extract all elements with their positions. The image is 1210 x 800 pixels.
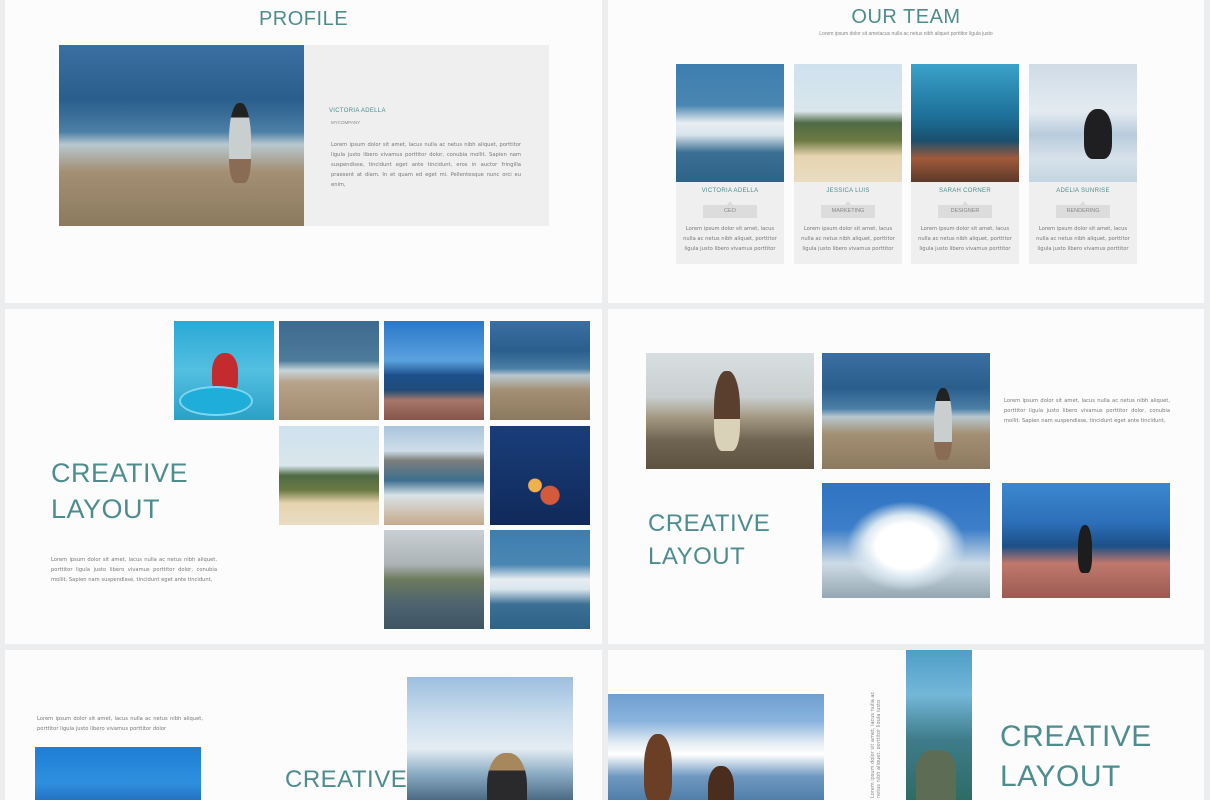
- profile-title: PROFILE: [258, 8, 349, 30]
- partial-title: CREATIVE: [285, 766, 408, 793]
- grid-photo: [384, 530, 484, 629]
- profile-name: VICTORIA ADELLA: [329, 108, 386, 114]
- layout-photo: [1002, 483, 1170, 598]
- team-photo: [1029, 64, 1137, 182]
- creative-title-line2: LAYOUT: [648, 543, 746, 570]
- grid-photo: [490, 426, 590, 525]
- partial-title-line2: LAYOUT: [1000, 760, 1121, 793]
- profile-company: MYCOMPANY: [331, 120, 361, 125]
- grid-photo: [490, 321, 590, 420]
- team-member-name: VICTORIA ADELLA: [701, 188, 759, 194]
- team-member-text: Lorem ipsum dolor sit amet, lacus nulla …: [683, 226, 777, 252]
- layout-photo: [822, 483, 990, 598]
- team-title: OUR TEAM: [851, 6, 961, 28]
- profile-info-panel: VICTORIA ADELLA MYCOMPANY Lorem ipsum do…: [304, 45, 549, 226]
- team-photo: [911, 64, 1019, 182]
- team-photo: [794, 64, 902, 182]
- vertical-text: Lorem ipsum dolor sit amet, lacus nulla …: [870, 691, 880, 798]
- slide-creative-partial-right[interactable]: Lorem ipsum dolor sit amet, lacus nulla …: [608, 650, 1204, 800]
- team-member-role: RENDERING: [1056, 201, 1110, 218]
- partial-text: Lorem ipsum dolor sit amet, lacus nulla …: [37, 716, 203, 732]
- slide-team[interactable]: OUR TEAM Lorem ipsum dolor sit ametacus …: [608, 0, 1204, 303]
- grid-photo: [279, 426, 379, 525]
- team-card[interactable]: JESSICA LUIS MARKETING Lorem ipsum dolor…: [794, 64, 902, 264]
- team-photo: [676, 64, 784, 182]
- team-member-name: SARAH CORNER: [939, 188, 991, 194]
- team-member-text: Lorem ipsum dolor sit amet, lacus nulla …: [801, 226, 895, 252]
- profile-text: Lorem ipsum dolor sit amet, lacus nulla …: [331, 142, 521, 188]
- team-card[interactable]: ADELIA SUNRISE RENDERING Lorem ipsum dol…: [1029, 64, 1137, 264]
- slide-profile[interactable]: PROFILE VICTORIA ADELLA MYCOMPANY Lorem …: [5, 0, 602, 303]
- layout-photo: [822, 353, 990, 469]
- slide-creative-partial-left[interactable]: Lorem ipsum dolor sit amet, lacus nulla …: [5, 650, 602, 800]
- team-member-role: MARKETING: [821, 201, 875, 218]
- partial-photo: [407, 677, 573, 800]
- creative-title-line1: CREATIVE: [648, 510, 771, 537]
- layout-photo: [646, 353, 814, 469]
- team-card[interactable]: VICTORIA ADELLA CEO Lorem ipsum dolor si…: [676, 64, 784, 264]
- grid-photo: [279, 321, 379, 420]
- partial-photo: [35, 747, 201, 800]
- team-member-role: CEO: [703, 201, 757, 218]
- partial-photo: [608, 694, 824, 800]
- team-subtitle: Lorem ipsum dolor sit ametacus nulla ac …: [819, 31, 993, 37]
- slide-creative-four[interactable]: Lorem ipsum dolor sit amet, lacus nulla …: [608, 309, 1204, 644]
- grid-photo: [384, 426, 484, 525]
- grid-photo: [174, 321, 274, 420]
- creative-title-line2: LAYOUT: [51, 494, 161, 524]
- profile-photo: [59, 45, 304, 226]
- partial-photo: [906, 650, 972, 800]
- team-member-role: DESIGNER: [938, 201, 992, 218]
- layout-text: Lorem ipsum dolor sit amet, lacus nulla …: [1004, 398, 1170, 424]
- grid-photo: [384, 321, 484, 420]
- creative-title-line1: CREATIVE: [51, 458, 189, 488]
- team-member-name: JESSICA LUIS: [826, 188, 870, 194]
- grid-photo: [490, 530, 590, 629]
- partial-title-line1: CREATIVE: [1000, 720, 1152, 753]
- slide-creative-grid[interactable]: CREATIVE LAYOUT Lorem ipsum dolor sit am…: [5, 309, 602, 644]
- team-member-name: ADELIA SUNRISE: [1056, 188, 1110, 194]
- team-member-text: Lorem ipsum dolor sit amet, lacus nulla …: [1036, 226, 1130, 252]
- team-member-text: Lorem ipsum dolor sit amet, lacus nulla …: [918, 226, 1012, 252]
- creative-text: Lorem ipsum dolor sit amet, lacus nulla …: [51, 557, 217, 583]
- team-card[interactable]: SARAH CORNER DESIGNER Lorem ipsum dolor …: [911, 64, 1019, 264]
